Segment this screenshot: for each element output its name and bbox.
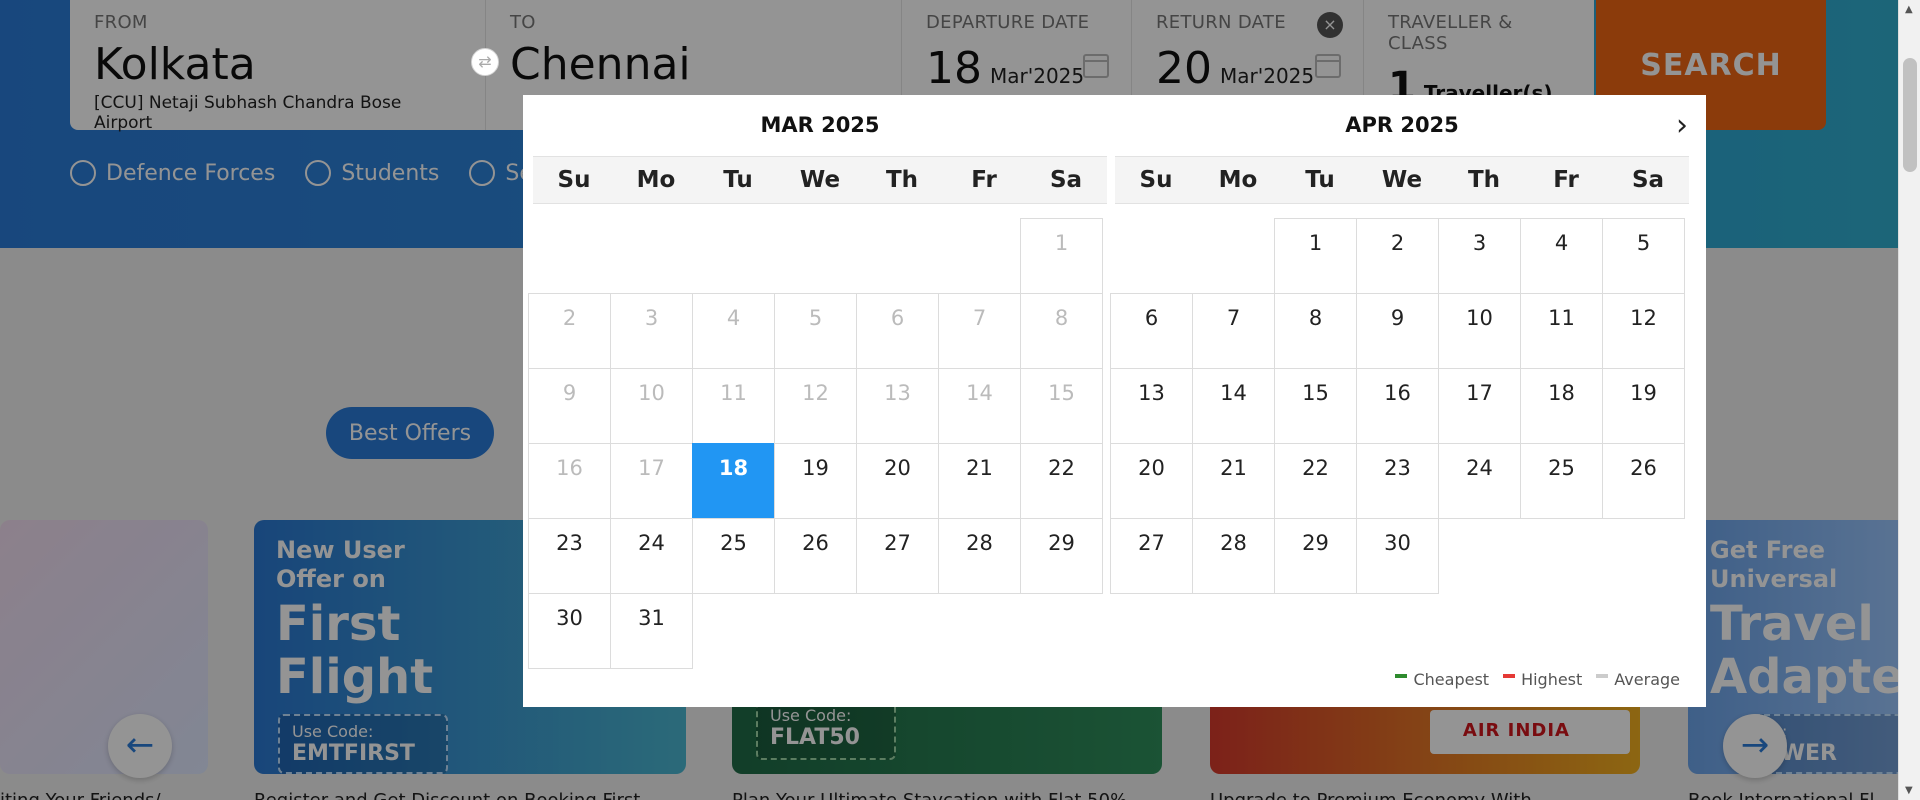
- scrollbar[interactable]: ▲ ▼: [1898, 0, 1920, 800]
- calendar-day[interactable]: 13: [1110, 368, 1193, 444]
- weekday-label: Mo: [1218, 167, 1258, 193]
- legend-highest: Highest: [1503, 670, 1582, 689]
- calendar-day[interactable]: 31: [610, 593, 693, 669]
- calendar-day: 2: [528, 293, 611, 369]
- weekday-label: Fr: [971, 167, 997, 193]
- date-picker-calendar: MAR 2025 Su Mo Tu We Th Fr Sa 1 2 3 4 5 6 7 8 9 10 11 12 1…: [523, 95, 1706, 707]
- calendar-day[interactable]: 22: [1020, 443, 1103, 519]
- calendar-day[interactable]: 19: [1602, 368, 1685, 444]
- weekday-label: Su: [557, 167, 591, 193]
- price-legend: Cheapest Highest Average: [1395, 670, 1680, 689]
- calendar-day: 16: [528, 443, 611, 519]
- calendar-day[interactable]: 28: [1192, 518, 1275, 594]
- cheapest-swatch: [1395, 673, 1408, 678]
- weekday-label: We: [1381, 167, 1423, 193]
- calendar-day[interactable]: 25: [1520, 443, 1603, 519]
- calendar-day: 10: [610, 368, 693, 444]
- highest-swatch: [1503, 673, 1516, 678]
- scroll-down-icon[interactable]: ▼: [1905, 785, 1913, 796]
- calendar-day[interactable]: 16: [1356, 368, 1439, 444]
- calendar-day[interactable]: 2: [1356, 218, 1439, 294]
- legend-label: Cheapest: [1413, 670, 1490, 689]
- calendar-day-selected[interactable]: 18: [692, 443, 775, 519]
- calendar-day[interactable]: 21: [1192, 443, 1275, 519]
- calendar-day: 11: [692, 368, 775, 444]
- swap-icon[interactable]: ⇄: [471, 48, 499, 76]
- calendar-day[interactable]: 8: [1274, 293, 1357, 369]
- calendar-day[interactable]: 19: [774, 443, 857, 519]
- legend-label: Highest: [1521, 670, 1583, 689]
- calendar-day[interactable]: 1: [1274, 218, 1357, 294]
- calendar-day: 1: [1020, 218, 1103, 294]
- calendar-day[interactable]: 20: [856, 443, 939, 519]
- weekday-header: Su Mo Tu We Th Fr Sa: [533, 156, 1107, 204]
- weekday-label: Tu: [723, 167, 753, 193]
- calendar-day: 8: [1020, 293, 1103, 369]
- calendar-day[interactable]: 26: [1602, 443, 1685, 519]
- calendar-day[interactable]: 15: [1274, 368, 1357, 444]
- calendar-day[interactable]: 12: [1602, 293, 1685, 369]
- calendar-day: 5: [774, 293, 857, 369]
- calendar-day[interactable]: 23: [1356, 443, 1439, 519]
- month-title: MAR 2025: [760, 113, 880, 137]
- calendar-day[interactable]: 30: [528, 593, 611, 669]
- next-month-icon[interactable]: ›: [1676, 111, 1688, 141]
- weekday-label: Su: [1139, 167, 1173, 193]
- legend-cheapest: Cheapest: [1395, 670, 1489, 689]
- calendar-day[interactable]: 14: [1192, 368, 1275, 444]
- calendar-day[interactable]: 24: [1438, 443, 1521, 519]
- calendar-day[interactable]: 29: [1020, 518, 1103, 594]
- calendar-day: 9: [528, 368, 611, 444]
- weekday-label: Sa: [1049, 167, 1083, 193]
- scroll-thumb[interactable]: [1903, 58, 1917, 172]
- calendar-day[interactable]: 26: [774, 518, 857, 594]
- calendar-day[interactable]: 29: [1274, 518, 1357, 594]
- calendar-day[interactable]: 4: [1520, 218, 1603, 294]
- calendar-day: 13: [856, 368, 939, 444]
- calendar-day[interactable]: 23: [528, 518, 611, 594]
- calendar-day[interactable]: 28: [938, 518, 1021, 594]
- calendar-day[interactable]: 24: [610, 518, 693, 594]
- calendar-day: 17: [610, 443, 693, 519]
- calendar-day: 12: [774, 368, 857, 444]
- weekday-label: Th: [1467, 167, 1501, 193]
- weekday-label: Tu: [1305, 167, 1335, 193]
- calendar-day[interactable]: 7: [1192, 293, 1275, 369]
- calendar-day[interactable]: 18: [1520, 368, 1603, 444]
- calendar-day: 15: [1020, 368, 1103, 444]
- month-title: APR 2025: [1345, 113, 1459, 137]
- average-swatch: [1596, 673, 1609, 678]
- calendar-day[interactable]: 22: [1274, 443, 1357, 519]
- calendar-day: 7: [938, 293, 1021, 369]
- calendar-day[interactable]: 25: [692, 518, 775, 594]
- calendar-day[interactable]: 11: [1520, 293, 1603, 369]
- weekday-header: Su Mo Tu We Th Fr Sa: [1115, 156, 1689, 204]
- legend-average: Average: [1596, 670, 1680, 689]
- calendar-day[interactable]: 9: [1356, 293, 1439, 369]
- calendar-day[interactable]: 27: [856, 518, 939, 594]
- weekday-label: Mo: [636, 167, 676, 193]
- weekday-label: Fr: [1553, 167, 1579, 193]
- calendar-day[interactable]: 3: [1438, 218, 1521, 294]
- weekday-label: We: [799, 167, 841, 193]
- calendar-day[interactable]: 21: [938, 443, 1021, 519]
- calendar-day[interactable]: 6: [1110, 293, 1193, 369]
- calendar-day[interactable]: 30: [1356, 518, 1439, 594]
- weekday-label: Sa: [1631, 167, 1665, 193]
- calendar-day: 3: [610, 293, 693, 369]
- calendar-day[interactable]: 27: [1110, 518, 1193, 594]
- calendar-day[interactable]: 10: [1438, 293, 1521, 369]
- calendar-day: 6: [856, 293, 939, 369]
- calendar-day: 14: [938, 368, 1021, 444]
- scroll-up-icon[interactable]: ▲: [1905, 4, 1913, 15]
- calendar-day[interactable]: 20: [1110, 443, 1193, 519]
- calendar-day[interactable]: 5: [1602, 218, 1685, 294]
- calendar-day: 4: [692, 293, 775, 369]
- calendar-day[interactable]: 17: [1438, 368, 1521, 444]
- weekday-label: Th: [885, 167, 919, 193]
- legend-label: Average: [1614, 670, 1680, 689]
